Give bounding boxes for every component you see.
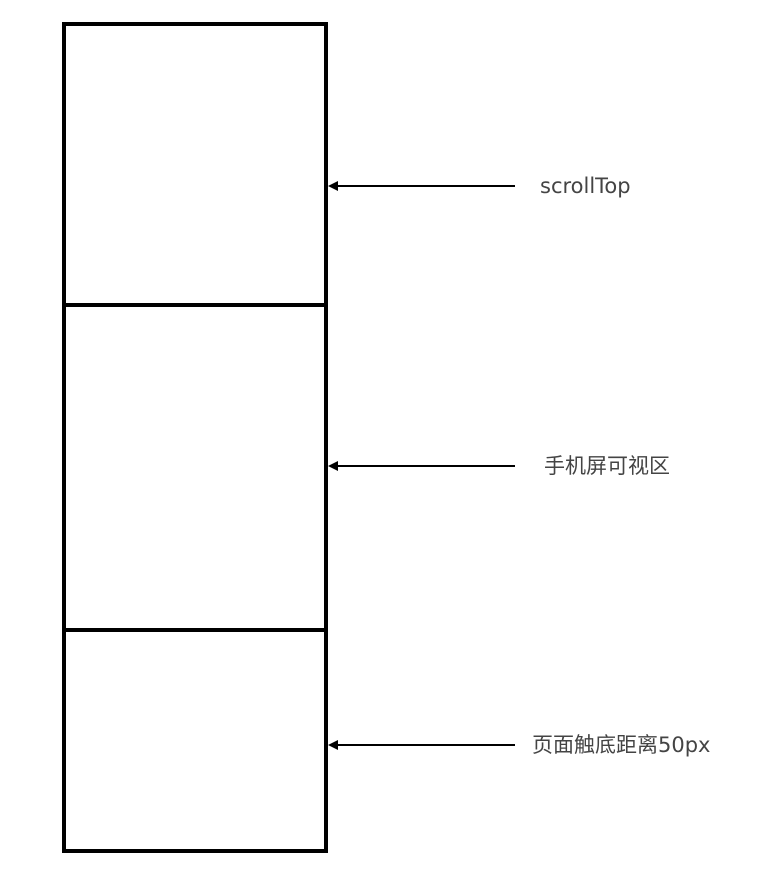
scrolltop-viewport-divider [66, 303, 324, 307]
page-outline-box [62, 22, 328, 853]
scrolltop-label: scrollTop [540, 174, 631, 198]
arrow-shaft [336, 744, 515, 746]
bottom-distance-label: 页面触底距离50px [532, 733, 711, 757]
viewport-arrow [328, 461, 515, 471]
arrow-shaft [336, 465, 515, 467]
arrow-shaft [336, 185, 515, 187]
viewport-bottom-divider [66, 628, 324, 632]
viewport-label: 手机屏可视区 [544, 454, 670, 478]
bottom-distance-arrow [328, 740, 515, 750]
scrolltop-arrow [328, 181, 515, 191]
